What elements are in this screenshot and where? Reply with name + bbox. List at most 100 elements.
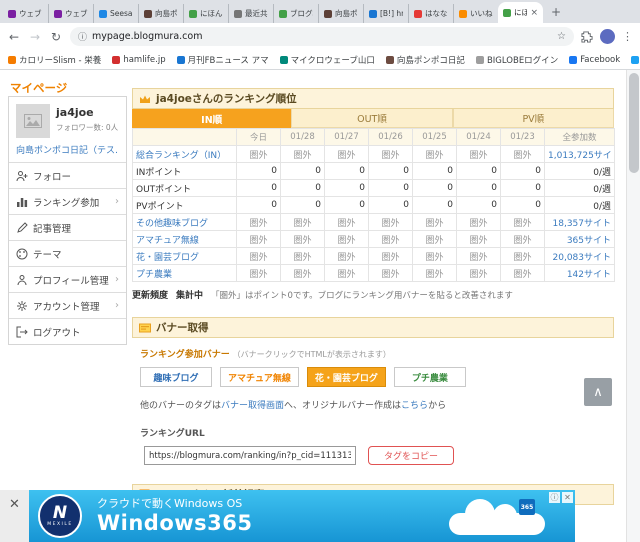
sidebar-item-follow[interactable]: フォロー	[9, 162, 126, 188]
bookmark-item[interactable]: Facebook	[569, 55, 620, 65]
browser-tab[interactable]: はなな	[408, 4, 453, 23]
pencil-icon	[17, 221, 28, 233]
original-banner-link[interactable]: こちら	[401, 401, 428, 411]
bookmark-favicon-icon	[279, 55, 288, 64]
rank-cell: 圏外	[280, 145, 325, 163]
column-header: 01/25	[412, 128, 457, 146]
browser-tab[interactable]: Seesaa	[93, 4, 138, 23]
browser-tab[interactable]: ウェブリ	[48, 4, 93, 23]
chevron-right-icon: ›	[115, 196, 119, 207]
rank-cell: 圏外	[412, 213, 457, 231]
ad-dismiss-icon[interactable]: ✕	[562, 492, 573, 503]
browser-tab-active[interactable]: にほ ×	[498, 2, 543, 23]
bookmark-star-icon[interactable]: ☆	[557, 31, 566, 42]
browser-tab[interactable]: ウェブリ	[3, 4, 48, 23]
address-bar[interactable]: ⓘ mypage.blogmura.com ☆	[70, 27, 574, 46]
profile-avatar[interactable]	[600, 29, 615, 44]
tab-pv-order[interactable]: PV順	[452, 109, 614, 128]
site-info-icon[interactable]: ⓘ	[78, 30, 87, 43]
total-cell[interactable]: 1,013,725サイト	[544, 145, 615, 163]
other-banner-text: 他のバナーのタグは	[140, 401, 222, 411]
bookmark-item[interactable]: 向島ポンポコ日記	[385, 54, 465, 66]
browser-tab[interactable]: ブログ村	[273, 4, 318, 23]
browser-tab[interactable]: 向島ポ	[318, 4, 363, 23]
back-icon[interactable]: ←	[7, 30, 21, 44]
column-header: 01/24	[456, 128, 501, 146]
browser-tab[interactable]: いいね	[453, 4, 498, 23]
rank-cell: 圏外	[236, 264, 281, 282]
sidebar-item-label: 記事管理	[33, 223, 72, 235]
ad-banner[interactable]: N MEXILE クラウドで動くWindows OS Windows365 36…	[29, 490, 575, 542]
table-row: OUTポイント 0 0 0 0 0 0 0 0/週	[132, 179, 615, 197]
browser-tab[interactable]: 最近共	[228, 4, 273, 23]
sidebar-item-theme[interactable]: テーマ	[9, 240, 126, 266]
bookmark-item[interactable]: マイクロウェーブ山口	[279, 54, 375, 66]
sidebar-item-articles[interactable]: 記事管理	[9, 214, 126, 240]
total-cell[interactable]: 20,083サイト	[544, 247, 615, 265]
rank-cell: 圏外	[456, 213, 501, 231]
browser-tab[interactable]: [B!] hn	[363, 4, 408, 23]
scrollbar[interactable]	[626, 70, 640, 542]
sidebar-item-label: ランキング参加	[33, 197, 100, 209]
sidebar-item-label: フォロー	[33, 171, 72, 183]
tab-title: [B!] hn	[380, 9, 403, 18]
rank-cell: 圏外	[324, 145, 369, 163]
total-cell[interactable]: 365サイト	[544, 230, 615, 248]
banner-flower-garden[interactable]: 花・園芸ブログ	[306, 367, 386, 387]
ad-info-icon[interactable]: ⓘ	[549, 492, 560, 503]
browser-tabstrip: ウェブリ ウェブリ Seesaa 向島ポ にほん 最近共 ブログ村 向島ポ [B…	[0, 0, 640, 23]
ranking-url-input[interactable]	[144, 446, 356, 465]
tab-favicon-icon	[414, 9, 422, 18]
browser-tab[interactable]: にほん	[183, 4, 228, 23]
tab-out-order[interactable]: OUT順	[291, 109, 453, 128]
rank-cell: 圏外	[500, 145, 545, 163]
total-cell[interactable]: 18,357サイト	[544, 213, 615, 231]
ad-close-button[interactable]: ✕	[0, 490, 29, 542]
bookmark-item[interactable]: カロリーSlism - 栄養	[8, 54, 101, 66]
forward-icon[interactable]: →	[28, 30, 42, 44]
sidebar-item-ranking[interactable]: ランキング参加 ›	[9, 188, 126, 214]
bookmark-item[interactable]: 月刊FBニュース アマ	[176, 54, 269, 66]
row-label-link[interactable]: その他趣味ブログ	[132, 213, 237, 231]
sidebar-item-profile[interactable]: プロフィール管理 ›	[9, 266, 126, 292]
rank-cell: 0	[280, 179, 325, 197]
sidebar-item-account[interactable]: アカウント管理 ›	[9, 292, 126, 318]
tab-in-order[interactable]: IN順	[132, 109, 292, 128]
tab-title: にほ	[514, 8, 528, 17]
username: ja4joe	[56, 106, 94, 119]
rank-cell: 0	[324, 196, 369, 214]
bookmark-item[interactable]: hamlife.jp	[112, 55, 166, 65]
bookmark-label: 月刊FBニュース アマ	[187, 55, 269, 66]
row-label-link[interactable]: 花・園芸ブログ	[132, 247, 237, 265]
rank-cell: 0	[412, 196, 457, 214]
banner-petit-farming[interactable]: プチ農業	[393, 367, 466, 387]
sidebar-item-logout[interactable]: ログアウト	[9, 318, 126, 344]
blog-title-link[interactable]: 向島ポンポコ日記（テス…	[16, 143, 119, 156]
banner-screen-link[interactable]: バナー取得画面	[221, 401, 284, 411]
row-label: PVポイント	[132, 196, 237, 214]
scroll-to-top-button[interactable]: ∧	[584, 378, 612, 406]
row-label: OUTポイント	[132, 179, 237, 197]
bookmark-item[interactable]: Twitter	[631, 55, 640, 65]
banner-subtitle-main: ランキング参加バナー	[140, 350, 230, 360]
tab-close-icon[interactable]: ×	[530, 8, 538, 18]
banner-amateur-radio[interactable]: アマチュア無線	[220, 367, 299, 387]
other-banner-line: 他のバナーのタグはバナー取得画面へ、オリジナルバナー作成はこちらから	[140, 398, 614, 411]
row-label-link[interactable]: プチ農業	[132, 264, 237, 282]
banner-hobby-blog[interactable]: 趣味ブログ	[140, 367, 212, 387]
rank-cell: 0	[456, 179, 501, 197]
row-label-link[interactable]: 総合ランキング（IN）	[132, 145, 237, 163]
sidebar-item-label: プロフィール管理	[33, 275, 109, 287]
extensions-puzzle-icon[interactable]	[581, 30, 593, 43]
copy-tag-button[interactable]: タグをコピー	[368, 446, 455, 465]
tab-favicon-icon	[144, 9, 152, 18]
bookmark-item[interactable]: BIGLOBEログイン	[475, 54, 558, 66]
browser-tab[interactable]: 向島ポ	[138, 4, 183, 23]
banner-subtitle-sub: （バナークリックでHTMLが表示されます）	[232, 350, 391, 359]
scrollbar-thumb[interactable]	[629, 73, 639, 173]
browser-menu-icon[interactable]: ⋮	[622, 30, 633, 43]
reload-icon[interactable]: ↻	[49, 30, 63, 44]
new-tab-button[interactable]: +	[548, 4, 564, 20]
row-label-link[interactable]: アマチュア無線	[132, 230, 237, 248]
total-cell[interactable]: 142サイト	[544, 264, 615, 282]
